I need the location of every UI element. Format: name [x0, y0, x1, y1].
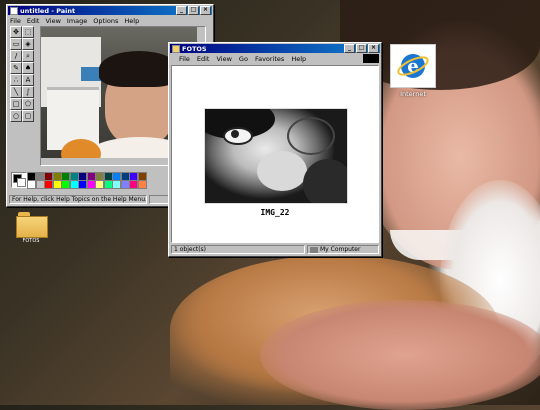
maximize-button[interactable]: □: [188, 6, 199, 15]
rounded-rect-icon[interactable]: ▢: [22, 110, 34, 122]
folder-small-icon: [172, 44, 180, 53]
menu-file[interactable]: File: [179, 55, 190, 63]
palette-swatch[interactable]: [137, 180, 147, 189]
menu-image[interactable]: Image: [67, 17, 87, 25]
paint-status-text: For Help, click Help Topics on the Help …: [9, 195, 147, 204]
explorer-statusbar: 1 object(s) My Computer: [171, 245, 379, 254]
polygon-icon[interactable]: ⬠: [22, 98, 34, 110]
ellipse-icon[interactable]: ○: [10, 110, 22, 122]
paint-menubar: File Edit View Image Options Help: [7, 16, 213, 25]
computer-icon: [310, 246, 318, 253]
folder-icon: [16, 212, 48, 238]
airbrush-icon[interactable]: ∴: [10, 74, 22, 86]
menu-edit[interactable]: Edit: [197, 55, 210, 63]
free-select-icon[interactable]: ✥: [10, 26, 22, 38]
close-button[interactable]: ×: [368, 44, 379, 53]
paint-toolbox: ✥ ⬚ ▭ ◈ / ⌕ ✎ ♠ ∴ A ╲ ∫ □ ⬠ ○ ▢: [10, 26, 36, 170]
menu-favorites[interactable]: Favorites: [255, 55, 284, 63]
picker-icon[interactable]: /: [10, 50, 22, 62]
rectangle-icon[interactable]: □: [10, 98, 22, 110]
internet-desktop-icon[interactable]: e Internet: [388, 44, 438, 98]
minimize-button[interactable]: _: [344, 44, 355, 53]
paint-title: untitled - Paint: [20, 6, 76, 15]
explorer-title: FOTOS: [182, 44, 207, 53]
close-button[interactable]: ×: [200, 6, 211, 15]
paint-titlebar[interactable]: untitled - Paint _ □ ×: [8, 6, 212, 15]
line-icon[interactable]: ╲: [10, 86, 22, 98]
explorer-menubar: File Edit View Go Favorites Help: [169, 54, 381, 63]
menu-file[interactable]: File: [10, 17, 21, 25]
windows-logo-icon: [363, 54, 379, 63]
folder-desktop-label: FOTOS: [22, 238, 40, 244]
menu-view[interactable]: View: [216, 55, 231, 63]
internet-desktop-label: Internet: [400, 90, 426, 98]
rect-select-icon[interactable]: ⬚: [22, 26, 34, 38]
status-location-label: My Computer: [320, 245, 361, 253]
magnifier-icon[interactable]: ⌕: [22, 50, 34, 62]
folder-desktop-icon[interactable]: FOTOS: [12, 212, 50, 244]
menu-go[interactable]: Go: [239, 55, 248, 63]
minimize-button[interactable]: _: [176, 6, 187, 15]
text-icon[interactable]: A: [22, 74, 34, 86]
menu-help[interactable]: Help: [124, 17, 139, 25]
maximize-button[interactable]: □: [356, 44, 367, 53]
fill-icon[interactable]: ◈: [22, 38, 34, 50]
internet-explorer-icon: e: [390, 44, 436, 88]
status-location: My Computer: [307, 245, 379, 254]
brush-icon[interactable]: ♠: [22, 62, 34, 74]
file-thumbnail[interactable]: [204, 108, 348, 204]
explorer-content[interactable]: IMG_22: [171, 65, 379, 243]
curve-icon[interactable]: ∫: [22, 86, 34, 98]
pencil-icon[interactable]: ✎: [10, 62, 22, 74]
explorer-titlebar[interactable]: FOTOS _ □ ×: [170, 44, 380, 53]
menu-help[interactable]: Help: [291, 55, 306, 63]
eraser-icon[interactable]: ▭: [10, 38, 22, 50]
menu-view[interactable]: View: [45, 17, 60, 25]
current-colors[interactable]: [11, 172, 27, 188]
menu-edit[interactable]: Edit: [27, 17, 40, 25]
explorer-window[interactable]: FOTOS _ □ × File Edit View Go Favorites …: [168, 42, 382, 257]
file-label[interactable]: IMG_22: [172, 208, 378, 217]
status-objects: 1 object(s): [171, 245, 305, 254]
menu-options[interactable]: Options: [93, 17, 118, 25]
paint-app-icon: [10, 6, 18, 15]
